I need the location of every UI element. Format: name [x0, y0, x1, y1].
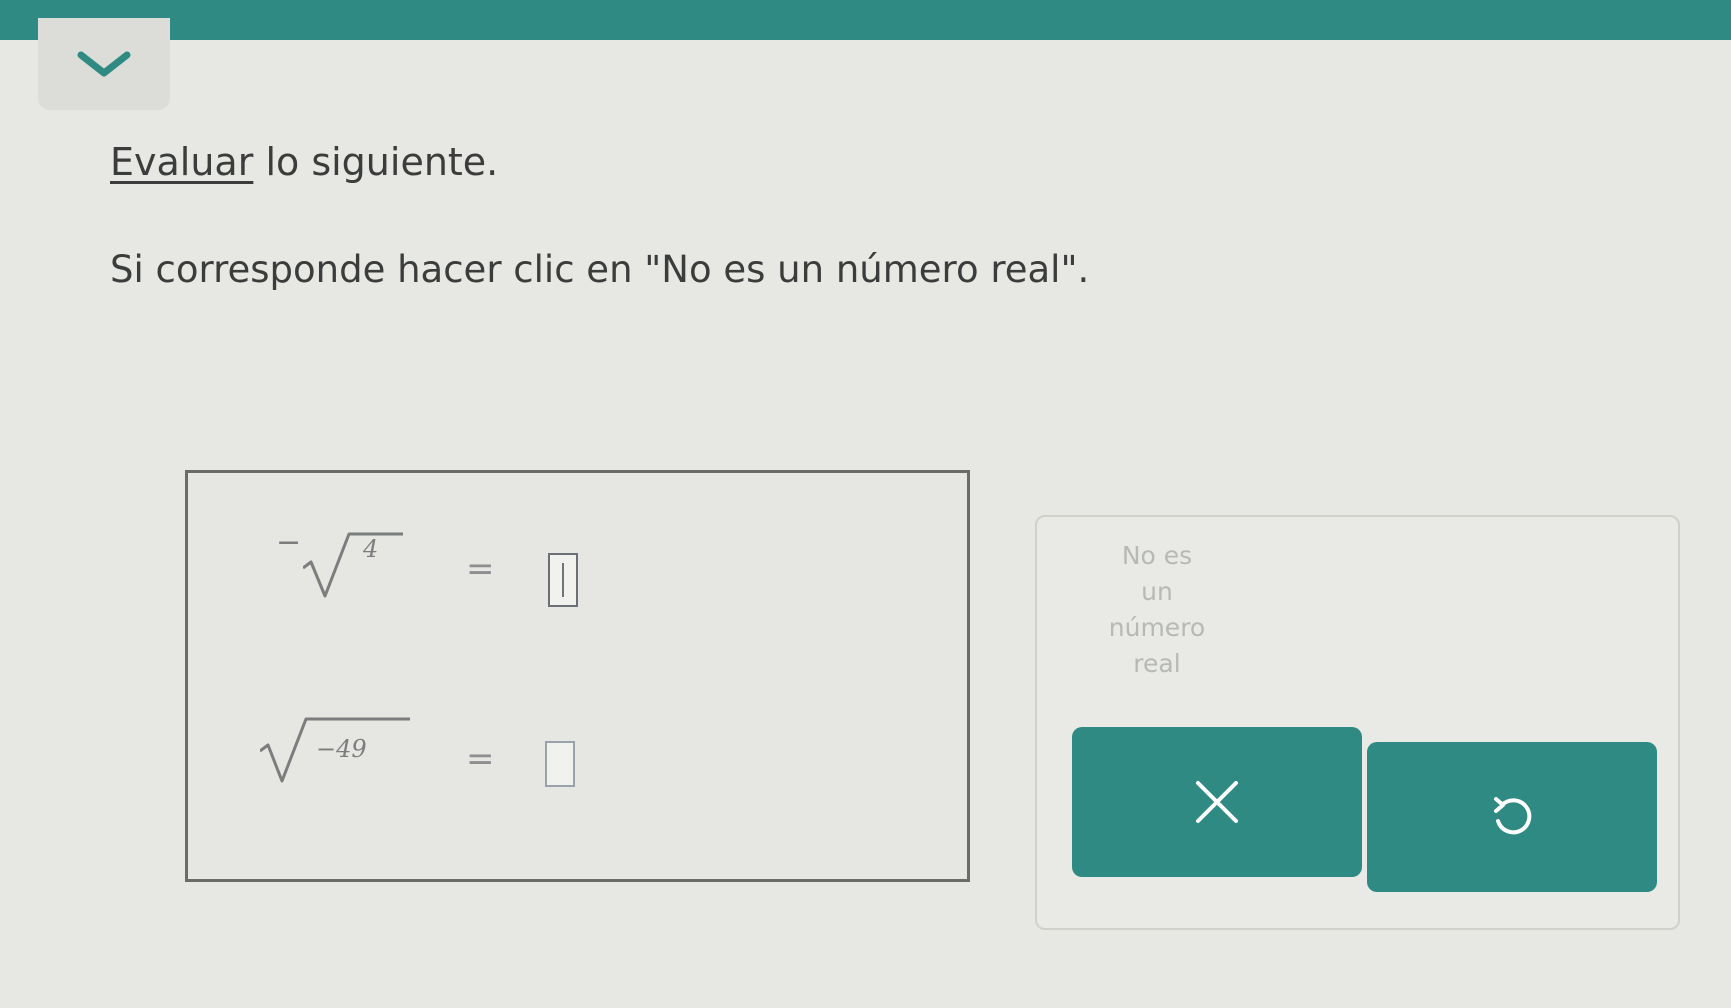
- collapse-toggle[interactable]: [38, 18, 170, 110]
- close-icon: [1196, 781, 1238, 823]
- not-a-real-number-button[interactable]: No es un número real: [1077, 535, 1237, 685]
- instruction-line-1: Evaluar lo siguiente.: [110, 140, 498, 184]
- answer-input-1[interactable]: [548, 553, 578, 607]
- instruction-line-2: Si corresponde hacer clic en "No es un n…: [110, 248, 1090, 291]
- equation-panel: − 4 = −49 =: [185, 470, 970, 882]
- answer-input-2[interactable]: [545, 741, 575, 787]
- undo-button[interactable]: [1367, 742, 1657, 892]
- answer-options-panel: No es un número real: [1035, 515, 1680, 930]
- equals-sign-2: =: [466, 739, 495, 779]
- not-real-line-3: número: [1108, 613, 1206, 642]
- clear-button[interactable]: [1072, 727, 1362, 877]
- top-bar: [0, 0, 1731, 40]
- equals-sign: =: [466, 549, 495, 589]
- radicand: 4: [363, 535, 379, 563]
- undo-icon: [1494, 797, 1532, 835]
- negative-sign: −: [276, 525, 302, 560]
- text-cursor: [562, 563, 564, 597]
- radicand-2: −49: [316, 735, 367, 763]
- chevron-down-icon: [77, 51, 131, 77]
- not-real-line-1: No es: [1121, 541, 1193, 570]
- not-real-line-2: un: [1141, 577, 1173, 606]
- evaluar-link[interactable]: Evaluar: [110, 140, 253, 184]
- radical-sign: [303, 532, 403, 598]
- instruction-line-1-text: lo siguiente.: [265, 140, 499, 184]
- not-real-line-4: real: [1133, 649, 1181, 678]
